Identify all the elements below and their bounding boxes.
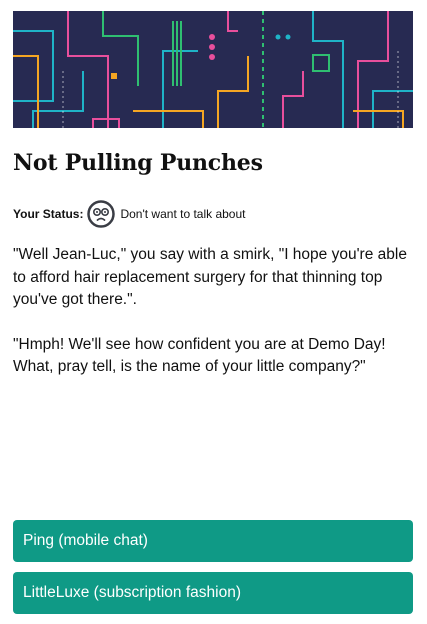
choice-button-littleluxe[interactable]: LittleLuxe (subscription fashion): [13, 572, 413, 614]
header-banner: [13, 11, 413, 128]
circuit-pattern-graphic: [13, 11, 413, 128]
worried-face-icon: [87, 200, 116, 228]
story-paragraph: "Hmph! We'll see how confident you are a…: [13, 335, 386, 376]
status-value: Don't want to talk about: [120, 207, 246, 221]
page-title: Not Pulling Punches: [13, 150, 263, 176]
choice-button-ping[interactable]: Ping (mobile chat): [13, 520, 413, 562]
status-label: Your Status:: [13, 207, 84, 221]
status-row: Your Status: Don't want to talk about: [13, 200, 246, 228]
story-paragraph: "Well Jean-Luc," you say with a smirk, "…: [13, 246, 407, 308]
story-text: "Well Jean-Luc," you say with a smirk, "…: [13, 244, 418, 401]
